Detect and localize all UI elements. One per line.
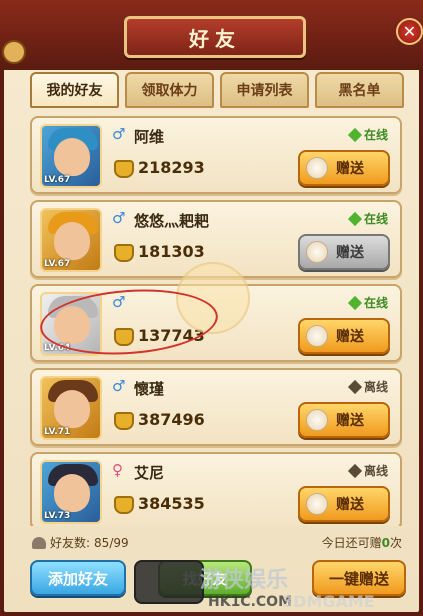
remain-value: 0 xyxy=(381,536,390,550)
female-icon: ♀ xyxy=(112,461,123,479)
status-text: 在线 xyxy=(363,128,388,142)
bun-icon xyxy=(306,409,328,431)
friend-name: 艾尼 xyxy=(134,464,165,482)
tab-request-list[interactable]: 申请列表 xyxy=(220,72,309,108)
friend-name: 阿维 xyxy=(134,128,165,146)
level-badge: LV.73 xyxy=(44,511,71,521)
friend-name: 懷瑾 xyxy=(134,380,165,398)
online-icon xyxy=(347,295,363,310)
level-badge: LV.64 xyxy=(44,343,71,353)
gift-button[interactable]: 赠送 xyxy=(298,486,390,522)
status-text: 在线 xyxy=(363,212,388,226)
male-icon: ♂ xyxy=(112,293,126,311)
avatar[interactable]: LV.71 xyxy=(40,376,102,440)
gift-label: 赠送 xyxy=(336,161,364,177)
bun-icon xyxy=(306,325,328,347)
watermark-url: HK1C.COM xyxy=(208,594,293,610)
people-icon xyxy=(32,536,46,549)
friend-power: 384535 xyxy=(138,494,205,513)
tab-bar: 我的好友 领取体力 申请列表 黑名单 xyxy=(30,72,404,108)
one-click-gift-button[interactable]: 一键赠送 xyxy=(312,560,406,596)
friend-power: 181303 xyxy=(138,242,205,261)
tab-claim-stamina[interactable]: 领取体力 xyxy=(125,72,214,108)
power-icon xyxy=(114,244,134,262)
phone-watermark-icon xyxy=(134,560,204,604)
gift-button[interactable]: 赠送 xyxy=(298,402,390,438)
add-friend-label: 添加好友 xyxy=(47,569,108,588)
one-click-gift-label: 一键赠送 xyxy=(328,569,389,588)
status-badge: 离线 xyxy=(347,378,388,395)
gift-button[interactable]: 赠送 xyxy=(298,318,390,354)
window-title: 好友 xyxy=(189,26,241,51)
mascot-watermark xyxy=(176,262,250,334)
level-badge: LV.67 xyxy=(44,175,71,185)
friend-name: 悠悠灬耙耙 xyxy=(134,212,210,230)
status-badge: 离线 xyxy=(347,462,388,479)
status-text: 离线 xyxy=(363,464,388,478)
gift-label: 赠送 xyxy=(336,329,364,345)
status-badge: 在线 xyxy=(347,210,388,227)
male-icon: ♂ xyxy=(112,125,126,143)
tab-label: 申请列表 xyxy=(236,83,293,99)
offline-icon xyxy=(347,463,363,478)
level-badge: LV.67 xyxy=(44,259,71,269)
avatar[interactable]: LV.64 xyxy=(40,292,102,356)
avatar-face xyxy=(54,306,90,344)
avatar-face xyxy=(54,390,90,428)
bun-icon xyxy=(306,157,328,179)
close-button[interactable]: ✕ xyxy=(396,18,423,45)
male-icon: ♂ xyxy=(112,209,126,227)
remaining-gifts: 今日还可赠0次 xyxy=(322,534,402,551)
online-icon xyxy=(347,211,363,226)
remain-prefix: 今日还可赠 xyxy=(321,536,382,550)
avatar-face xyxy=(54,474,90,512)
power-icon xyxy=(114,412,134,430)
status-text: 离线 xyxy=(363,380,388,394)
male-icon: ♂ xyxy=(112,377,126,395)
friend-power: 387496 xyxy=(138,410,205,429)
friend-card[interactable]: LV.71 ♂ 懷瑾 387496 离线 赠送 xyxy=(30,368,402,446)
status-badge: 在线 xyxy=(347,126,388,143)
tab-blacklist[interactable]: 黑名单 xyxy=(315,72,404,108)
online-icon xyxy=(347,127,363,142)
avatar-face xyxy=(54,138,90,176)
gift-label: 赠送 xyxy=(336,497,364,513)
gift-label: 赠送 xyxy=(336,413,364,429)
tab-my-friends[interactable]: 我的好友 xyxy=(30,72,119,108)
friend-count-label: 好友数: xyxy=(50,536,91,550)
offline-icon xyxy=(347,379,363,394)
gift-button[interactable]: 赠送 xyxy=(298,234,390,270)
emblem-icon xyxy=(2,40,26,64)
power-icon xyxy=(114,496,134,514)
watermark-brand: 3DMGAME xyxy=(282,592,375,611)
status-badge: 在线 xyxy=(347,294,388,311)
status-text: 在线 xyxy=(363,296,388,310)
avatar-face xyxy=(54,222,90,260)
avatar[interactable]: LV.67 xyxy=(40,208,102,272)
friend-card[interactable]: LV.73 ♀ 艾尼 384535 离线 赠送 xyxy=(30,452,402,526)
power-icon xyxy=(114,328,134,346)
tab-label: 我的好友 xyxy=(46,83,103,99)
friend-card[interactable]: LV.67 ♂ 阿维 218293 在线 赠送 xyxy=(30,116,402,194)
avatar[interactable]: LV.67 xyxy=(40,124,102,188)
tab-label: 领取体力 xyxy=(141,83,198,99)
power-icon xyxy=(114,160,134,178)
watermark-text: 游侠娱乐 xyxy=(200,568,289,593)
avatar[interactable]: LV.73 xyxy=(40,460,102,524)
window-title-plaque: 好友 xyxy=(124,16,306,58)
gift-button[interactable]: 赠送 xyxy=(298,150,390,186)
remain-suffix: 次 xyxy=(389,536,402,550)
bun-icon xyxy=(306,493,328,515)
close-icon: ✕ xyxy=(402,22,417,41)
tab-label: 黑名单 xyxy=(338,83,381,99)
friend-count: 好友数: 85/99 xyxy=(32,534,129,551)
add-friend-button[interactable]: 添加好友 xyxy=(30,560,126,596)
level-badge: LV.71 xyxy=(44,427,71,437)
friend-count-value: 85/99 xyxy=(94,535,129,550)
friend-power: 218293 xyxy=(138,158,205,177)
gift-label: 赠送 xyxy=(336,245,364,261)
bun-icon xyxy=(306,241,328,263)
